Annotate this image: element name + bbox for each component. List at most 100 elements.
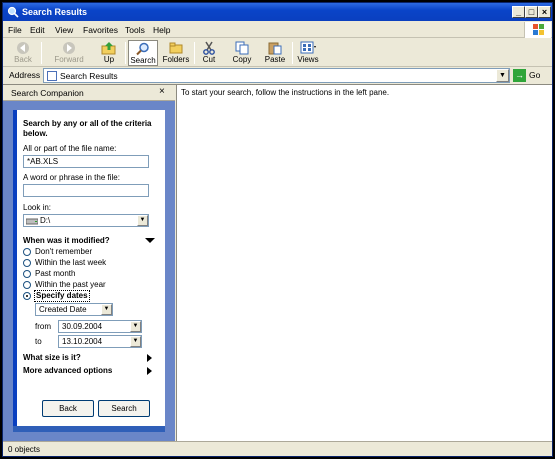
folders-label: Folders: [162, 55, 190, 64]
back-label: Back: [14, 55, 32, 64]
copy-icon: [234, 41, 250, 55]
radio-last-week[interactable]: [23, 259, 31, 267]
expand-right-icon[interactable]: [147, 354, 152, 362]
radio-past-year[interactable]: [23, 281, 31, 289]
paste-label: Paste: [264, 55, 286, 64]
chevron-down-icon[interactable]: ▼: [496, 69, 509, 82]
go-label: Go: [529, 70, 541, 80]
option-dont-remember: Don't remember: [35, 247, 93, 256]
address-label: Address: [9, 70, 41, 80]
menu-edit[interactable]: Edit: [30, 25, 45, 35]
from-date-value: 30.09.2004: [62, 322, 103, 331]
chevron-down-icon[interactable]: ▼: [130, 336, 141, 347]
explorer-window: Search Results _ □ × File Edit View Favo…: [2, 2, 553, 457]
lookin-select[interactable]: D:\ ▼: [23, 214, 149, 227]
pane-header: Search Companion ×: [3, 85, 175, 101]
up-label: Up: [103, 55, 115, 64]
toolbar-separator: [125, 42, 126, 64]
chevron-down-icon[interactable]: ▼: [137, 215, 148, 226]
pane-title: Search Companion: [11, 88, 84, 98]
date-type-value: Created Date: [39, 305, 87, 314]
status-bar: 0 objects: [3, 441, 552, 456]
phrase-label: A word or phrase in the file:: [23, 173, 120, 182]
instructions-text: To start your search, follow the instruc…: [181, 88, 390, 97]
minimize-button[interactable]: _: [512, 6, 525, 18]
menu-bar: File Edit View Favorites Tools Help: [3, 22, 552, 38]
back-button-pane[interactable]: Back: [42, 400, 94, 417]
window-title: Search Results: [22, 7, 88, 17]
filename-label: All or part of the file name:: [23, 144, 117, 153]
from-label: from: [35, 322, 51, 331]
toolbar-separator: [41, 42, 42, 64]
search-button[interactable]: Search: [128, 40, 158, 66]
views-label: Views: [297, 55, 319, 64]
radio-dont-remember[interactable]: [23, 248, 31, 256]
back-button[interactable]: Back: [7, 40, 39, 66]
close-button[interactable]: ×: [538, 6, 551, 18]
menu-tools[interactable]: Tools: [125, 25, 145, 35]
chevron-down-icon[interactable]: ▼: [101, 304, 112, 315]
option-past-month: Past month: [35, 269, 76, 278]
views-icon: [300, 41, 316, 55]
expand-right-icon[interactable]: [147, 367, 152, 375]
forward-label: Forward: [54, 55, 84, 64]
title-bar[interactable]: Search Results _ □ ×: [3, 3, 552, 21]
go-arrow-icon: →: [513, 69, 526, 82]
forward-button[interactable]: Forward: [49, 40, 89, 66]
to-label: to: [35, 337, 42, 346]
folders-button[interactable]: Folders: [161, 40, 191, 66]
pane-body: Search by any or all of the criteria bel…: [9, 102, 169, 436]
search-form: Search by any or all of the criteria bel…: [13, 110, 165, 426]
size-heading[interactable]: What size is it?: [23, 353, 81, 363]
back-arrow-icon: [15, 41, 31, 55]
advanced-heading[interactable]: More advanced options: [23, 366, 112, 376]
status-text: 0 objects: [8, 445, 41, 454]
date-type-select[interactable]: Created Date ▼: [35, 303, 113, 316]
from-date-picker[interactable]: 30.09.2004 ▼: [58, 320, 142, 333]
to-date-value: 13.10.2004: [62, 337, 103, 346]
folder-up-icon: [101, 41, 117, 55]
folders-icon: [168, 41, 184, 55]
address-value: Search Results: [60, 71, 118, 81]
search-label: Search: [130, 56, 156, 65]
radio-specify-dates[interactable]: [23, 292, 31, 300]
option-specify-dates: Specify dates: [34, 290, 90, 302]
maximize-button[interactable]: □: [525, 6, 538, 18]
chevron-down-icon[interactable]: ▼: [130, 321, 141, 332]
option-last-week: Within the last week: [35, 258, 107, 267]
cut-button[interactable]: Cut: [198, 40, 220, 66]
menu-help[interactable]: Help: [153, 25, 170, 35]
content-area: Search Companion × Search by any or all …: [3, 84, 552, 441]
phrase-input[interactable]: [23, 184, 149, 197]
menu-file[interactable]: File: [8, 25, 22, 35]
up-button[interactable]: Up: [97, 40, 121, 66]
form-accent-bar: [13, 110, 17, 426]
views-button[interactable]: Views: [295, 40, 321, 66]
to-date-picker[interactable]: 13.10.2004 ▼: [58, 335, 142, 348]
copy-button[interactable]: Copy: [229, 40, 255, 66]
search-window-icon: [7, 6, 19, 18]
search-results-icon: [47, 71, 57, 81]
search-submit-button[interactable]: Search: [98, 400, 150, 417]
menu-view[interactable]: View: [55, 25, 73, 35]
close-icon[interactable]: ×: [159, 86, 165, 98]
cut-label: Cut: [202, 55, 216, 64]
filename-input[interactable]: *AB.XLS: [23, 155, 149, 168]
drive-icon: [26, 218, 38, 225]
search-icon: [135, 42, 151, 56]
search-heading: Search by any or all of the criteria bel…: [23, 119, 152, 138]
expand-down-icon[interactable]: [145, 238, 155, 243]
copy-label: Copy: [232, 55, 252, 64]
pane-footer: [13, 426, 165, 432]
menu-favorites[interactable]: Favorites: [83, 25, 118, 35]
address-bar: Address Search Results ▼ → Go: [3, 67, 552, 84]
radio-past-month[interactable]: [23, 270, 31, 278]
toolbar: Back Forward Up Search Folders Cut Copy …: [3, 39, 552, 67]
paste-icon: [267, 41, 283, 55]
paste-button[interactable]: Paste: [262, 40, 288, 66]
forward-arrow-icon: [61, 41, 77, 55]
address-input[interactable]: Search Results ▼: [43, 68, 510, 83]
results-pane: To start your search, follow the instruc…: [176, 85, 552, 441]
option-past-year: Within the past year: [35, 280, 106, 289]
modified-heading[interactable]: When was it modified?: [23, 236, 110, 246]
